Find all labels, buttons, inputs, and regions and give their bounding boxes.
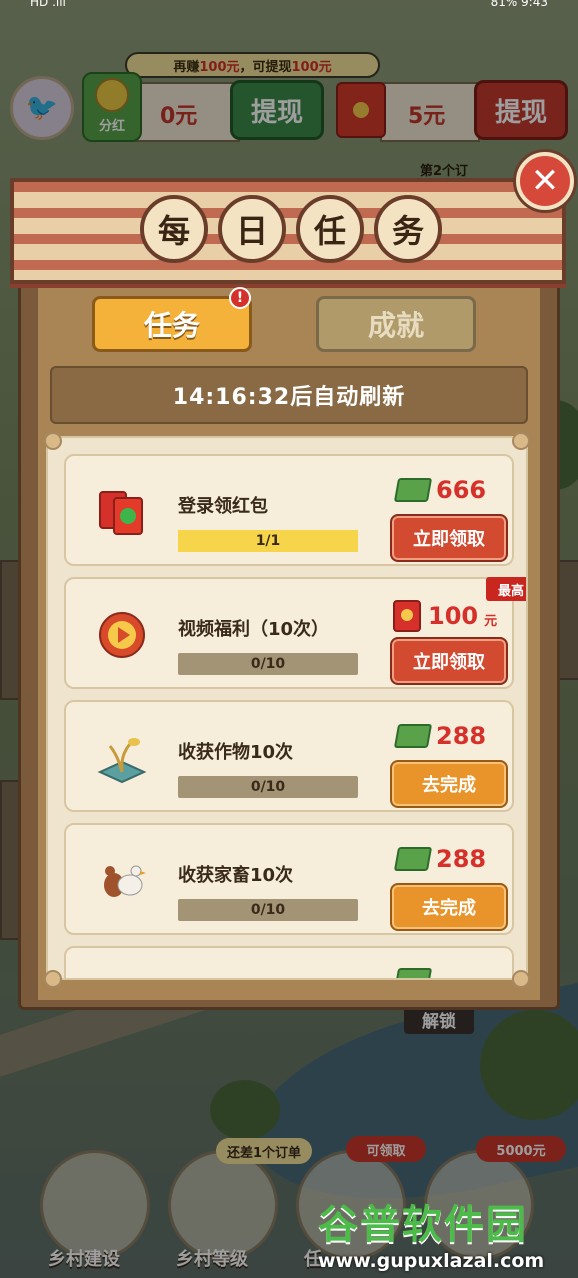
red-packet-icon [99,491,143,535]
title-char: 任 [296,195,364,263]
signal-indicator: HD .ıll [30,0,66,9]
title-banner [10,178,566,284]
tab-tasks[interactable]: 任务 [92,296,252,352]
task-name: 视频福利（10次） [178,619,330,640]
video-play-icon [99,612,145,658]
site-watermark: 谷普软件园 www.gupuxlazal.com [318,1192,578,1278]
alert-badge: ! [229,287,251,309]
progress-text: 0/10 [250,902,286,918]
task-row [64,946,514,978]
cash-icon [393,724,433,748]
task-name: 登录领红包 [178,496,268,517]
reward-unit: 元 [484,613,498,629]
progress-text: 0/10 [250,656,286,672]
progress-text: 1/1 [255,533,281,549]
status-bar: HD .ıll 81% 9:43 [0,0,578,12]
task-name: 收获家畜10次 [178,865,294,886]
title-char: 每 [140,195,208,263]
claim-button[interactable]: 立即领取 [390,514,508,562]
livestock-icon [104,865,146,897]
paper-pin [512,970,530,988]
title-char: 日 [218,195,286,263]
task-progress-bar: 0/10 [178,899,358,921]
reward-value: 100 [428,602,479,630]
paper-pin [512,432,530,450]
cash-icon [393,968,433,978]
go-complete-button[interactable]: 去完成 [390,883,508,931]
task-reward: 100 元 [392,599,497,633]
rice-crop-icon [97,738,147,784]
reward-value: 288 [436,722,487,750]
task-row: 收获家畜10次 0/10 288 去完成 [64,823,514,935]
task-progress-bar: 1/1 [178,530,358,552]
task-reward: 288 [393,845,487,873]
task-progress-bar: 0/10 [178,653,358,675]
refresh-countdown: 14:16:32后自动刷新 [50,366,528,424]
title-char: 务 [374,195,442,263]
battery-time: 81% 9:43 [490,0,548,9]
task-progress-bar: 0/10 [178,776,358,798]
highest-tag: 最高 [486,577,526,601]
close-icon[interactable]: ✕ [516,152,574,210]
cash-icon [393,847,433,871]
paper-pin [44,432,62,450]
reward-value: 666 [436,476,487,504]
task-row: 登录领红包 1/1 666 立即领取 [64,454,514,566]
task-reward: 288 [393,722,487,750]
task-row: 收获作物10次 0/10 288 去完成 [64,700,514,812]
claim-button[interactable]: 立即领取 [390,637,508,685]
watermark-url: www.gupuxlazal.com [318,1250,545,1272]
cash-icon [393,478,433,502]
reward-value: 288 [436,845,487,873]
task-row: 视频福利（10次） 0/10 最高 100 元 立即领取 [64,577,526,689]
watermark-brand: 谷普软件园 [318,1202,528,1248]
task-reward [393,968,433,978]
task-name: 收获作物10次 [178,742,294,763]
red-packet-icon [393,600,421,632]
task-reward: 666 [393,476,487,504]
task-list[interactable]: 登录领红包 1/1 666 立即领取 视频福利（10次） 0/10 最高 100… [46,436,528,980]
tab-achievements[interactable]: 成就 [316,296,476,352]
go-complete-button[interactable]: 去完成 [390,760,508,808]
paper-pin [44,970,62,988]
progress-text: 0/10 [250,779,286,795]
